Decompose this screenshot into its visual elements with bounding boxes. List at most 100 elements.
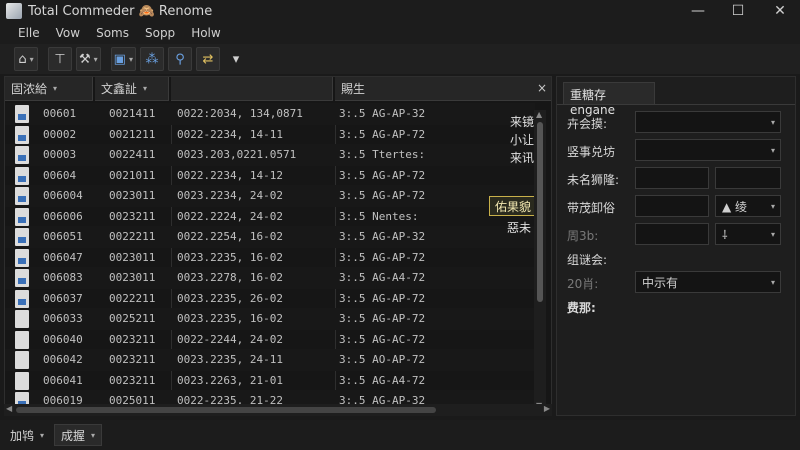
symbol-select[interactable]: ⸸ ▾	[715, 223, 781, 245]
home-icon: ⌂	[18, 51, 27, 67]
table-row[interactable]: 00601 0021411 0022:2034, 134,0871 3:.5 AG-A…	[5, 103, 535, 125]
file-panel: 固浓給 ▾ 文鑫訨 ▾ 賜生 × 00601 0021411 0022:2034, …	[4, 76, 552, 416]
file-icon	[15, 330, 29, 349]
file-date-cell: 0022.2234, 14-12	[177, 168, 283, 182]
file-attr-cell: 3:.5 AG-A4-72	[339, 373, 426, 387]
table-row[interactable]: 006051 0022211 0022.2254, 16-02 3:.5 AG-AP-…	[5, 226, 535, 248]
view-button[interactable]: ▣ ▾	[110, 47, 136, 71]
filter-button[interactable]: ⊤	[48, 47, 72, 71]
status-right-button[interactable]: 成握 ▾	[54, 424, 103, 446]
sort-select[interactable]: ▲ 绫 ▾	[715, 195, 781, 217]
field-select-1[interactable]: ▾	[635, 111, 781, 133]
file-code-cell: 0023211	[109, 209, 156, 223]
file-code-cell: 0022211	[109, 230, 156, 243]
file-code-cell: 0022411	[109, 148, 156, 161]
field-input-3a[interactable]	[635, 167, 709, 189]
field-input-5[interactable]	[635, 223, 709, 245]
file-id-cell: 006047	[43, 250, 83, 264]
file-id-cell: 006037	[43, 291, 83, 305]
column-header-date[interactable]	[171, 77, 333, 101]
menu-options[interactable]: Sopp	[145, 26, 175, 40]
scroll-thumb[interactable]	[16, 407, 436, 413]
network-button[interactable]: ⁂	[139, 47, 164, 71]
file-attr-cell: 3:.5 AG-AC-72	[339, 332, 426, 346]
file-code-cell: 0023211	[109, 373, 156, 387]
file-id-cell: 006006	[43, 209, 83, 223]
field-select-7[interactable]: 中示有 ▾	[635, 271, 781, 293]
file-date-cell: 0023.2235, 16-02	[177, 250, 283, 264]
field-label: 组谜会:	[567, 253, 608, 267]
table-row[interactable]: 006033 0025211 0023.2235, 16-02 3:.5 AG-AP-…	[5, 308, 535, 330]
horizontal-scrollbar[interactable]: ◀ ▶	[4, 404, 552, 416]
menu-file[interactable]: Elle	[18, 26, 40, 40]
tab-properties[interactable]: 重糖存engane	[563, 82, 655, 117]
table-row[interactable]: 00002 0021211 0022-2234, 14-11 3:.5 AG-AP-7…	[5, 124, 535, 146]
status-left-button[interactable]: 加鸨 ▾	[4, 424, 50, 446]
file-icon	[15, 310, 29, 328]
field-input-3b[interactable]	[715, 167, 781, 189]
table-row[interactable]: 006040 0023211 0022-2244, 24-02 3:.5 AG-AC-…	[5, 329, 535, 351]
close-icon[interactable]: ×	[537, 81, 547, 95]
field-label: 周3b:	[567, 229, 599, 243]
maximize-button[interactable]: ☐	[720, 0, 756, 22]
search-button[interactable]: ⚲	[167, 47, 192, 71]
table-row[interactable]: 006006 0023211 0022.2224, 24-02 3:.5 Nentes…	[5, 206, 535, 228]
sort-select-value: ▲ 绫	[722, 199, 748, 214]
scroll-right-icon[interactable]: ▶	[544, 404, 550, 413]
tools-button[interactable]: ⚒ ▾	[76, 47, 101, 71]
table-row[interactable]: 006083 0023011 0023.2278, 16-02 3:.5 AG-A4-…	[5, 267, 535, 289]
home-button[interactable]: ⌂ ▾	[14, 47, 38, 71]
file-code-cell: 0023211	[109, 332, 156, 346]
file-id-cell: 006041	[43, 373, 83, 387]
table-row[interactable]: 00003 0022411 0023.203,0221.0571 3:.5 Ttert…	[5, 144, 535, 166]
chevron-down-icon: ▾	[232, 51, 240, 67]
column-header-name[interactable]: 固浓給 ▾	[5, 77, 93, 101]
file-id-cell: 006033	[43, 312, 83, 325]
file-id-cell: 00604	[43, 168, 77, 182]
file-id-cell: 00002	[43, 127, 77, 141]
file-icon	[15, 371, 29, 390]
menu-view[interactable]: Vow	[56, 26, 80, 40]
field-label: 竖事兑坊	[567, 145, 616, 159]
scroll-thumb[interactable]	[537, 122, 543, 302]
file-date-cell: 0023.203,0221.0571	[177, 148, 297, 161]
table-row[interactable]: 006042 0023211 0023.2235, 24-11 3:.5 AO-AP-…	[5, 349, 535, 371]
chevron-down-icon: ▾	[91, 430, 96, 440]
menu-help[interactable]: Holw	[191, 26, 221, 40]
field-label: 20肖:	[567, 277, 599, 291]
file-icon	[15, 228, 29, 246]
view-icon: ▣	[113, 51, 126, 67]
file-id-cell: 006004	[43, 189, 83, 202]
file-code-cell: 0021211	[109, 127, 156, 141]
table-row[interactable]: 00604 0021011 0022.2234, 14-12 3:.5 AG-AP-7…	[5, 165, 535, 187]
table-row[interactable]: 006004 0023011 0023.2234, 24-02 3:.5 AG-AP-…	[5, 185, 535, 207]
window-title: Total Commeder 🙈 Renome	[28, 3, 213, 19]
vertical-scrollbar[interactable]: ▲ ▼	[534, 110, 546, 410]
highlighted-label[interactable]: 佑果貌	[489, 196, 537, 216]
file-id-cell: 00601	[43, 107, 77, 120]
properties-body: 卉会摸: ▾ 竖事兑坊 ▾ 未名狮隆: 带茂卸俗 ▲ 绫 ▾ 周3b: ⸸ ▾ 组谜…	[557, 104, 795, 416]
column-header-code[interactable]: 文鑫訨 ▾	[95, 77, 169, 101]
field-label: 未名狮隆:	[567, 173, 620, 187]
file-id-cell: 006042	[43, 353, 83, 366]
minimize-button[interactable]: —	[680, 0, 716, 22]
file-date-cell: 0023.2234, 24-02	[177, 189, 283, 202]
field-label: 费那:	[567, 301, 596, 315]
chevron-down-icon: ▾	[53, 84, 58, 93]
table-row[interactable]: 006041 0023211 0023.2263, 21-01 3:.5 AG-A4-…	[5, 370, 535, 392]
side-note: 小让	[510, 133, 535, 147]
toolbar-more-button[interactable]: ▾	[224, 47, 248, 71]
sync-button[interactable]: ⇄	[195, 47, 220, 71]
column-header-attr[interactable]: 賜生 ×	[335, 77, 551, 101]
scroll-up-icon[interactable]: ▲	[536, 110, 542, 119]
file-attr-cell: 3:.5 AG-AP-32	[339, 107, 426, 120]
scroll-left-icon[interactable]: ◀	[6, 404, 12, 413]
file-attr-cell: 3:.5 AG-AP-72	[339, 291, 426, 305]
close-button[interactable]: ✕	[762, 0, 798, 22]
file-date-cell: 0023.2235, 26-02	[177, 291, 283, 305]
field-input-4[interactable]	[635, 195, 709, 217]
field-select-2[interactable]: ▾	[635, 139, 781, 161]
table-row[interactable]: 006037 0022211 0023.2235, 26-02 3:.5 AG-AP-…	[5, 288, 535, 310]
menu-commands[interactable]: Soms	[96, 26, 129, 40]
table-row[interactable]: 006047 0023011 0023.2235, 16-02 3:.5 AG-AP-…	[5, 247, 535, 269]
